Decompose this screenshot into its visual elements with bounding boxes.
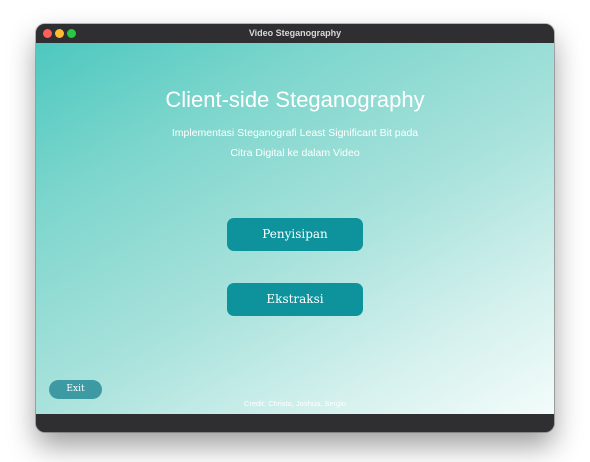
- credit-text: Credit: Christo, Joshua, Sergio: [243, 399, 347, 408]
- bottom-bar: [36, 414, 554, 432]
- main-content: Client-side Steganography Implementasi S…: [36, 43, 554, 414]
- page-title: Client-side Steganography: [165, 87, 425, 112]
- exit-button[interactable]: Exit: [49, 380, 102, 399]
- app-window: Video Steganography Client-side Steganog…: [36, 24, 554, 432]
- window-title: Video Steganography: [248, 28, 342, 38]
- subtitle-line-2: Citra Digital ke dalam Video: [230, 147, 360, 159]
- embed-button[interactable]: Penyisipan: [227, 218, 363, 251]
- title-bar[interactable]: Video Steganography: [36, 24, 554, 43]
- extract-button[interactable]: Ekstraksi: [227, 283, 363, 316]
- subtitle-line-1: Implementasi Steganografi Least Signific…: [171, 127, 419, 139]
